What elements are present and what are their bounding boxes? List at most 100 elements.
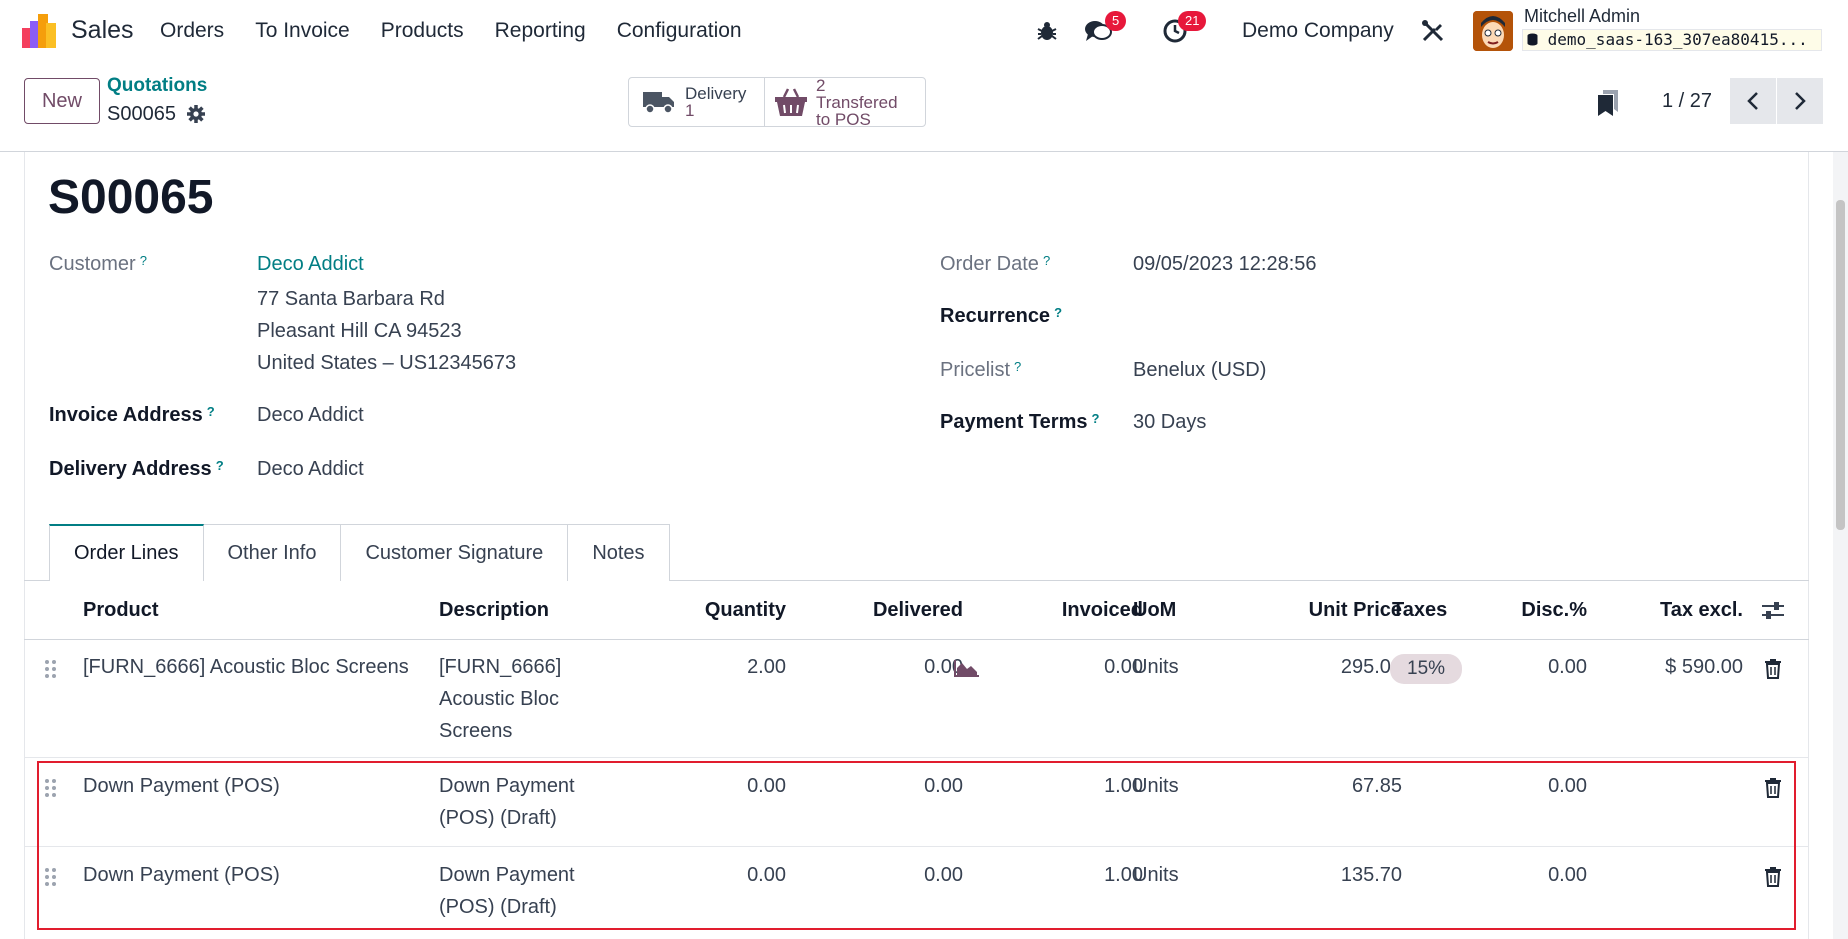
table-row[interactable]: [FURN_6666] Acoustic Bloc Screens [FURN_…: [24, 640, 1809, 758]
trash-icon[interactable]: [1765, 659, 1781, 679]
tab-customer-signature[interactable]: Customer Signature: [341, 524, 569, 581]
tab-order-lines[interactable]: Order Lines: [49, 524, 204, 581]
recurrence-field[interactable]: [1133, 305, 1533, 333]
pager-value[interactable]: 1 / 27: [1662, 90, 1712, 113]
col-description[interactable]: Description: [439, 599, 549, 622]
new-button[interactable]: New: [24, 78, 100, 124]
recurrence-label: Recurrence?: [940, 305, 1063, 327]
line-discount[interactable]: 0.00: [1548, 859, 1587, 891]
col-unit-price[interactable]: Unit Price: [1309, 599, 1402, 622]
control-panel: New Quotations S00065 Delivery 1 2 Trans…: [0, 62, 1848, 152]
col-discount[interactable]: Disc.%: [1521, 599, 1587, 622]
line-unit-price[interactable]: 135.70: [1341, 859, 1402, 891]
customer-address-line1: 77 Santa Barbara Rd: [257, 288, 445, 310]
line-discount[interactable]: 0.00: [1548, 651, 1587, 683]
user-avatar[interactable]: [1473, 11, 1513, 51]
line-product[interactable]: Down Payment (POS): [83, 770, 280, 802]
col-delivered[interactable]: Delivered: [873, 599, 963, 622]
top-navbar: Sales Orders To Invoice Products Reporti…: [0, 0, 1848, 62]
database-icon: [1527, 33, 1538, 46]
breadcrumb-quotations[interactable]: Quotations: [107, 75, 207, 97]
col-product[interactable]: Product: [83, 599, 159, 622]
line-uom[interactable]: Units: [1133, 770, 1179, 802]
breadcrumb-current: S00065: [107, 103, 176, 125]
menu-reporting[interactable]: Reporting: [495, 19, 586, 43]
delivery-smart-button[interactable]: Delivery 1: [628, 77, 765, 127]
customer-address-line3: United States – US12345673: [257, 352, 517, 374]
table-row[interactable]: Down Payment (POS) Down Payment (POS) (D…: [24, 848, 1809, 936]
col-uom[interactable]: UoM: [1133, 599, 1176, 622]
menu-products[interactable]: Products: [381, 19, 464, 43]
activities-count-badge: 21: [1178, 11, 1207, 31]
tab-other-info[interactable]: Other Info: [203, 524, 342, 581]
chevron-right-icon: [1795, 92, 1806, 110]
col-quantity[interactable]: Quantity: [705, 599, 786, 622]
pager-next-button[interactable]: [1777, 78, 1823, 124]
basket-icon: [775, 88, 807, 116]
line-product[interactable]: [FURN_6666] Acoustic Bloc Screens: [83, 651, 409, 683]
customer-field[interactable]: Deco Addict: [257, 253, 364, 276]
table-row[interactable]: Down Payment (POS) Down Payment (POS) (D…: [24, 759, 1809, 847]
line-subtotal: $ 590.00: [1665, 656, 1743, 678]
tax-badge: 15%: [1390, 654, 1463, 684]
line-description[interactable]: Down Payment (POS) (Draft): [439, 859, 575, 923]
menu-orders[interactable]: Orders: [160, 19, 224, 43]
line-product[interactable]: Down Payment (POS): [83, 859, 280, 891]
col-invoiced[interactable]: Invoiced: [1062, 599, 1143, 622]
trash-icon[interactable]: [1765, 867, 1781, 887]
customer-label: Customer?: [49, 253, 147, 275]
app-name[interactable]: Sales: [71, 16, 134, 45]
delivery-address-label: Delivery Address?: [49, 458, 224, 480]
line-discount[interactable]: 0.00: [1548, 770, 1587, 802]
menu-to-invoice[interactable]: To Invoice: [255, 19, 350, 43]
pager-previous-button[interactable]: [1730, 78, 1776, 124]
line-description[interactable]: [FURN_6666] Acoustic Bloc Screens: [439, 651, 561, 747]
invoice-address-label: Invoice Address?: [49, 404, 215, 426]
debug-bug-icon[interactable]: [1036, 20, 1058, 42]
gear-icon[interactable]: [186, 104, 206, 124]
pos-label-line1: Transfered: [816, 92, 898, 112]
line-description[interactable]: Down Payment (POS) (Draft): [439, 770, 575, 834]
invoice-address-field[interactable]: Deco Addict: [257, 404, 364, 427]
delivery-count: 1: [685, 101, 695, 120]
line-quantity[interactable]: 0.00: [747, 770, 786, 802]
line-uom[interactable]: Units: [1133, 859, 1179, 891]
scrollbar-thumb[interactable]: [1836, 200, 1845, 530]
company-switcher[interactable]: Demo Company: [1242, 19, 1394, 43]
customer-address-line2: Pleasant Hill CA 94523: [257, 320, 462, 342]
main-menu: Orders To Invoice Products Reporting Con…: [160, 19, 742, 43]
notebook-tabs: Order Lines Other Info Customer Signatur…: [49, 524, 670, 581]
optional-columns-sliders-icon[interactable]: [1761, 601, 1785, 621]
pricelist-field[interactable]: Benelux (USD): [1133, 359, 1266, 382]
transfered-to-pos-smart-button[interactable]: 2 Transfered to POS: [764, 77, 926, 129]
bookmark-icon[interactable]: [1598, 90, 1618, 116]
forecast-chart-icon[interactable]: [954, 659, 980, 677]
payment-terms-field[interactable]: 30 Days: [1133, 411, 1206, 434]
drag-handle-icon[interactable]: [44, 867, 58, 887]
settings-tools-icon[interactable]: [1421, 19, 1445, 43]
delivery-address-field[interactable]: Deco Addict: [257, 458, 364, 481]
tab-notes[interactable]: Notes: [568, 524, 670, 581]
line-quantity[interactable]: 2.00: [747, 651, 786, 683]
database-name: demo_saas-163_307ea80415...: [1547, 30, 1808, 49]
trash-icon[interactable]: [1765, 778, 1781, 798]
order-date-label: Order Date?: [940, 253, 1051, 275]
col-taxes[interactable]: Taxes: [1392, 599, 1447, 622]
pos-label-line2: to POS: [816, 109, 871, 129]
chevron-left-icon: [1747, 92, 1758, 110]
line-delivered: 0.00: [924, 775, 963, 797]
line-taxes[interactable]: 15%: [1390, 652, 1463, 684]
line-quantity[interactable]: 0.00: [747, 859, 786, 891]
line-uom[interactable]: Units: [1133, 651, 1179, 683]
col-tax-excl[interactable]: Tax excl.: [1660, 599, 1743, 622]
payment-terms-label: Payment Terms?: [940, 411, 1100, 433]
user-name[interactable]: Mitchell Admin: [1524, 6, 1640, 27]
sales-app-logo-icon[interactable]: [22, 14, 58, 48]
order-date-field[interactable]: 09/05/2023 12:28:56: [1133, 253, 1317, 276]
drag-handle-icon[interactable]: [44, 778, 58, 798]
menu-configuration[interactable]: Configuration: [617, 19, 742, 43]
line-unit-price[interactable]: 67.85: [1352, 770, 1402, 802]
drag-handle-icon[interactable]: [44, 659, 58, 679]
messages-count-badge: 5: [1105, 11, 1127, 31]
order-title: S00065: [48, 171, 214, 224]
